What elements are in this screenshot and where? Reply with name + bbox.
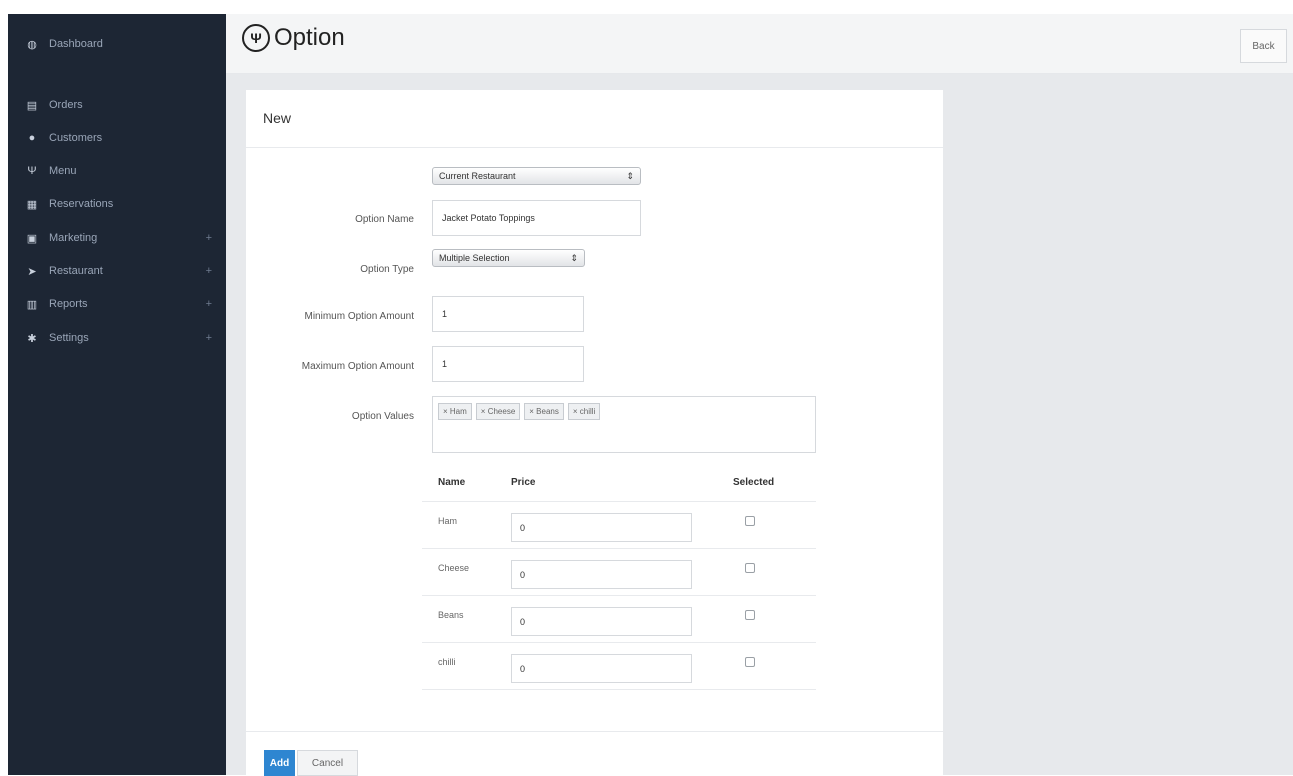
sidebar-item-reports[interactable]: ▥ Reports +	[8, 294, 226, 314]
column-header-name: Name	[438, 477, 466, 488]
option-value-tag[interactable]: × Ham	[438, 403, 472, 420]
column-header-price: Price	[511, 477, 536, 488]
maximum-option-amount-input[interactable]: 1	[432, 346, 584, 382]
sidebar-item-label: Orders	[49, 99, 83, 111]
main-content: New Current Restaurant ⇕ Option Name Jac…	[226, 74, 1293, 776]
price-value: 0	[520, 522, 526, 533]
send-icon: ➤	[27, 265, 37, 278]
row-name: Beans	[438, 610, 464, 620]
maximum-option-amount-label: Maximum Option Amount	[301, 361, 414, 372]
option-type-select[interactable]: Multiple Selection ⇕	[432, 249, 585, 267]
add-button[interactable]: Add	[264, 750, 295, 776]
selected-checkbox[interactable]	[745, 516, 755, 526]
page-title-group: Ψ Option	[242, 24, 345, 52]
table-row: Ham 0	[422, 502, 816, 549]
option-name-value: Jacket Potato Toppings	[442, 213, 535, 223]
option-values-table: Name Price Selected Ham 0 Cheese 0 Beans…	[422, 464, 816, 690]
price-value: 0	[520, 569, 526, 580]
panel-title: New	[263, 110, 292, 126]
minimum-option-amount-input[interactable]: 1	[432, 296, 584, 332]
sidebar-item-menu[interactable]: Ψ Menu	[8, 161, 226, 181]
restaurant-select[interactable]: Current Restaurant ⇕	[432, 167, 641, 185]
sidebar-item-label: Menu	[49, 165, 77, 177]
sidebar-item-label: Restaurant	[49, 265, 103, 277]
option-values-tag-input[interactable]: × Ham × Cheese × Beans × chilli	[432, 396, 816, 453]
option-values-label: Option Values	[351, 411, 414, 422]
sidebar-item-label: Customers	[49, 132, 103, 144]
table-header-row: Name Price Selected	[422, 464, 816, 502]
expand-icon[interactable]: +	[206, 332, 212, 344]
sidebar-item-label: Reservations	[49, 198, 114, 210]
selected-checkbox[interactable]	[745, 563, 755, 573]
sidebar: ◍ Dashboard ▤ Orders ● Customers Ψ Menu …	[8, 14, 226, 775]
bar-chart-icon: ▥	[26, 298, 38, 311]
sidebar-item-customers[interactable]: ● Customers	[8, 128, 226, 148]
price-input[interactable]: 0	[511, 654, 692, 683]
gear-icon: ✱	[27, 332, 37, 345]
cart-icon: ▤	[26, 99, 38, 112]
select-arrow-icon: ⇕	[570, 252, 578, 263]
price-input[interactable]: 0	[511, 607, 692, 636]
sidebar-item-label: Settings	[49, 332, 89, 344]
minimum-option-amount-value: 1	[442, 309, 448, 319]
sidebar-item-restaurant[interactable]: ➤ Restaurant +	[8, 261, 226, 281]
option-form-panel: New Current Restaurant ⇕ Option Name Jac…	[246, 90, 943, 776]
row-name: chilli	[438, 657, 456, 667]
form-actions: Add Cancel	[246, 731, 943, 776]
selected-checkbox[interactable]	[745, 657, 755, 667]
price-input[interactable]: 0	[511, 560, 692, 589]
table-row: Cheese 0	[422, 549, 816, 596]
option-type-value: Multiple Selection	[439, 253, 510, 263]
sidebar-item-marketing[interactable]: ▣ Marketing +	[8, 228, 226, 248]
minimum-option-amount-label: Minimum Option Amount	[304, 311, 415, 322]
sidebar-item-settings[interactable]: ✱ Settings +	[8, 328, 226, 348]
sidebar-item-label: Reports	[49, 298, 88, 310]
price-value: 0	[520, 663, 526, 674]
option-value-tag[interactable]: × chilli	[567, 403, 601, 420]
calendar-icon: ▦	[26, 198, 38, 211]
price-value: 0	[520, 616, 526, 627]
selected-checkbox[interactable]	[745, 610, 755, 620]
sidebar-item-label: Dashboard	[49, 38, 103, 50]
page-title: Option	[274, 24, 345, 51]
expand-icon[interactable]: +	[206, 232, 212, 244]
option-name-label: Option Name	[355, 214, 414, 225]
sidebar-item-reservations[interactable]: ▦ Reservations	[8, 194, 226, 214]
column-header-selected: Selected	[733, 477, 775, 488]
row-name: Cheese	[438, 563, 470, 573]
restaurant-select-value: Current Restaurant	[439, 171, 516, 181]
table-row: chilli 0	[422, 643, 816, 690]
sidebar-item-dashboard[interactable]: ◍ Dashboard	[8, 34, 226, 54]
page-header: Ψ Option Back	[226, 14, 1293, 74]
price-input[interactable]: 0	[511, 513, 692, 542]
cancel-button[interactable]: Cancel	[297, 750, 358, 776]
panel-heading: New	[246, 90, 943, 148]
select-arrow-icon: ⇕	[626, 170, 634, 181]
cutlery-icon: Ψ	[242, 24, 270, 52]
sidebar-item-orders[interactable]: ▤ Orders	[8, 95, 226, 115]
row-name: Ham	[438, 516, 458, 526]
maximum-option-amount-value: 1	[442, 359, 448, 369]
dashboard-icon: ◍	[27, 38, 37, 51]
option-value-tag[interactable]: × Cheese	[475, 403, 521, 420]
table-row: Beans 0	[422, 596, 816, 643]
option-value-tag[interactable]: × Beans	[524, 403, 564, 420]
cutlery-icon: Ψ	[27, 165, 37, 177]
marketing-icon: ▣	[26, 232, 38, 245]
sidebar-item-label: Marketing	[49, 232, 98, 244]
users-icon: ●	[28, 132, 36, 144]
option-type-label: Option Type	[360, 264, 414, 275]
expand-icon[interactable]: +	[206, 265, 212, 277]
expand-icon[interactable]: +	[206, 298, 212, 310]
back-button[interactable]: Back	[1240, 29, 1287, 63]
option-name-input[interactable]: Jacket Potato Toppings	[432, 200, 641, 236]
